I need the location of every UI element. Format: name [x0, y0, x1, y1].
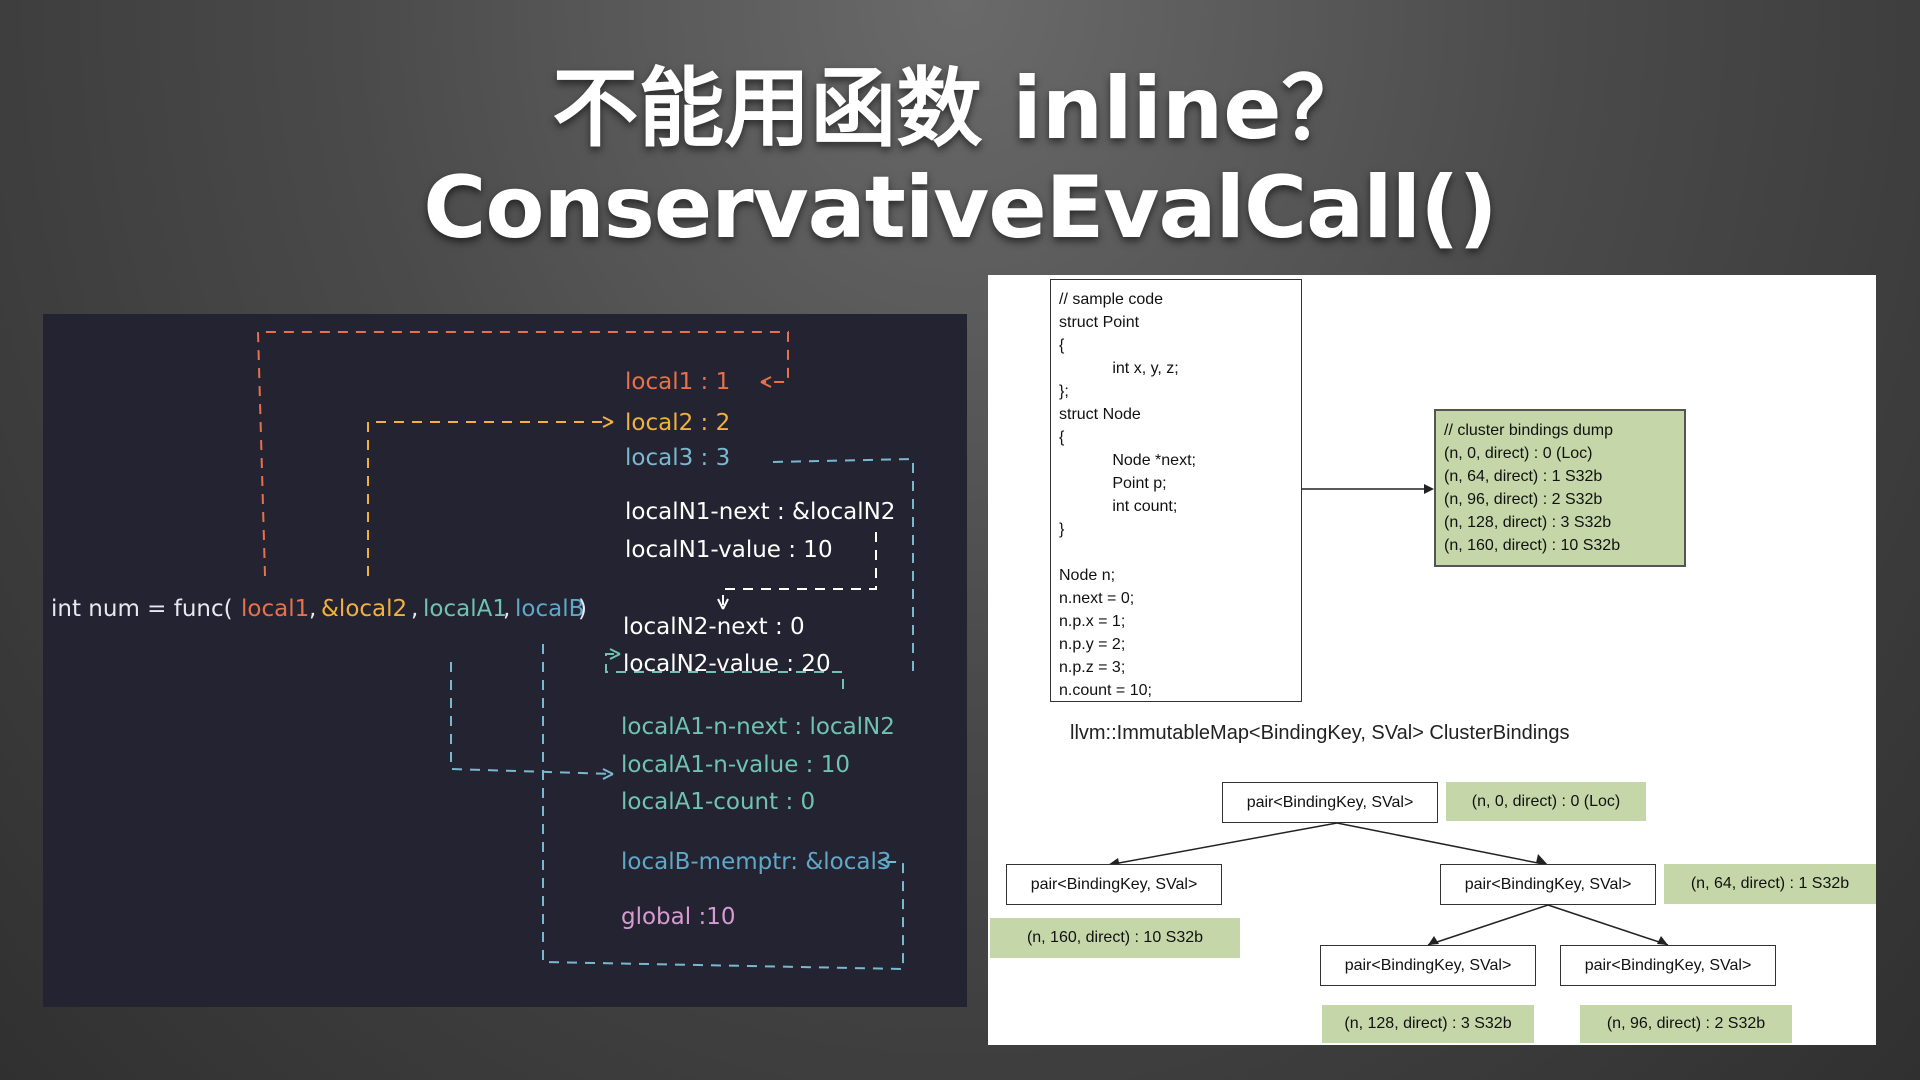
dump-line: // cluster bindings dump	[1444, 422, 1613, 439]
arg-separator: ,	[503, 596, 510, 622]
node-value-root: (n, 0, direct) : 0 (Loc)	[1446, 782, 1646, 821]
tree-node-left: pair<BindingKey, SVal>	[1006, 864, 1222, 905]
code-line: n.count = 10;	[1059, 682, 1152, 699]
code-line: {	[1059, 337, 1065, 354]
immutable-map-label: llvm::ImmutableMap<BindingKey, SVal> Clu…	[1070, 722, 1570, 744]
dump-line: (n, 96, direct) : 2 S32b	[1444, 491, 1603, 508]
slide-title-line2: ConservativeEvalCall()	[423, 158, 1497, 258]
arg-separator: ,	[411, 596, 418, 622]
node-value-right-right: (n, 96, direct) : 2 S32b	[1580, 1005, 1792, 1043]
arg-localA1: localA1	[423, 596, 507, 622]
code-line: int count;	[1059, 498, 1178, 515]
code-line: Node n;	[1059, 567, 1116, 584]
entry-local1: local1 : 1	[625, 369, 730, 395]
entry-localN2-value: localN2-value : 20	[623, 651, 831, 677]
code-line: };	[1059, 383, 1069, 400]
node-value-right: (n, 64, direct) : 1 S32b	[1664, 864, 1876, 904]
dump-line: (n, 160, direct) : 10 S32b	[1444, 537, 1621, 554]
memory-diagram-panel: int num = func( local1 , &local2 , local…	[43, 314, 967, 1007]
dump-line: (n, 64, direct) : 1 S32b	[1444, 468, 1603, 485]
code-line: n.p.x = 1;	[1059, 613, 1126, 630]
entry-global: global :10	[621, 904, 735, 930]
sample-code-box: // sample code struct Point { int x, y, z;…	[1050, 279, 1302, 702]
node-value-right-left: (n, 128, direct) : 3 S32b	[1322, 1005, 1534, 1043]
entry-localA1-n-value: localA1-n-value : 10	[621, 752, 850, 778]
dump-line: (n, 0, direct) : 0 (Loc)	[1444, 445, 1593, 462]
entry-local2: local2 : 2	[625, 410, 730, 436]
code-line: n.p.y = 2;	[1059, 636, 1126, 653]
slide-title-line1: 不能用函数 inline？	[552, 59, 1368, 159]
entry-localN1-value: localN1-value : 10	[625, 537, 833, 563]
entry-localN2-next: localN2-next : 0	[623, 614, 805, 640]
tree-node-right: pair<BindingKey, SVal>	[1440, 864, 1656, 905]
arrow-localA1	[450, 662, 614, 775]
code-line: Node *next;	[1059, 452, 1196, 469]
dump-line: (n, 128, direct) : 3 S32b	[1444, 514, 1612, 531]
tree-node-right-left: pair<BindingKey, SVal>	[1320, 945, 1536, 986]
entry-localA1-n-next: localA1-n-next : localN2	[621, 714, 895, 740]
code-line: {	[1059, 429, 1065, 446]
call-expression: int num = func(	[51, 596, 233, 622]
arrow-local3	[772, 457, 914, 674]
code-line: struct Point	[1059, 314, 1140, 331]
arg-localB: localB	[515, 596, 584, 622]
code-line: // sample code	[1059, 291, 1164, 308]
arg-local1: local1	[241, 596, 309, 622]
arrow-local2	[367, 421, 613, 576]
code-line: int x, y, z;	[1059, 360, 1179, 377]
cluster-bindings-panel: // sample code struct Point { int x, y, z;…	[988, 275, 1876, 1045]
code-line: struct Node	[1059, 406, 1141, 423]
arg-separator: )	[578, 596, 587, 622]
tree-node-root: pair<BindingKey, SVal>	[1222, 782, 1438, 823]
code-line: }	[1059, 521, 1065, 538]
code-line: n.next = 0;	[1059, 590, 1135, 607]
tree-node-right-right: pair<BindingKey, SVal>	[1560, 945, 1776, 986]
entry-localA1-count: localA1-count : 0	[621, 789, 815, 815]
arg-local2: &local2	[321, 596, 407, 622]
code-line: Point p;	[1059, 475, 1167, 492]
entry-localB-memptr: localB-memptr: &local3	[621, 849, 892, 875]
node-value-left: (n, 160, direct) : 10 S32b	[990, 918, 1240, 958]
entry-local3: local3 : 3	[625, 445, 730, 471]
arg-separator: ,	[309, 596, 316, 622]
code-line: n.p.z = 3;	[1059, 659, 1126, 676]
entry-localN1-next: localN1-next : &localN2	[625, 499, 895, 525]
memory-diagram-svg: int num = func( local1 , &local2 , local…	[51, 331, 914, 971]
cluster-bindings-dump-box: // cluster bindings dump (n, 0, direct) …	[1434, 409, 1686, 567]
